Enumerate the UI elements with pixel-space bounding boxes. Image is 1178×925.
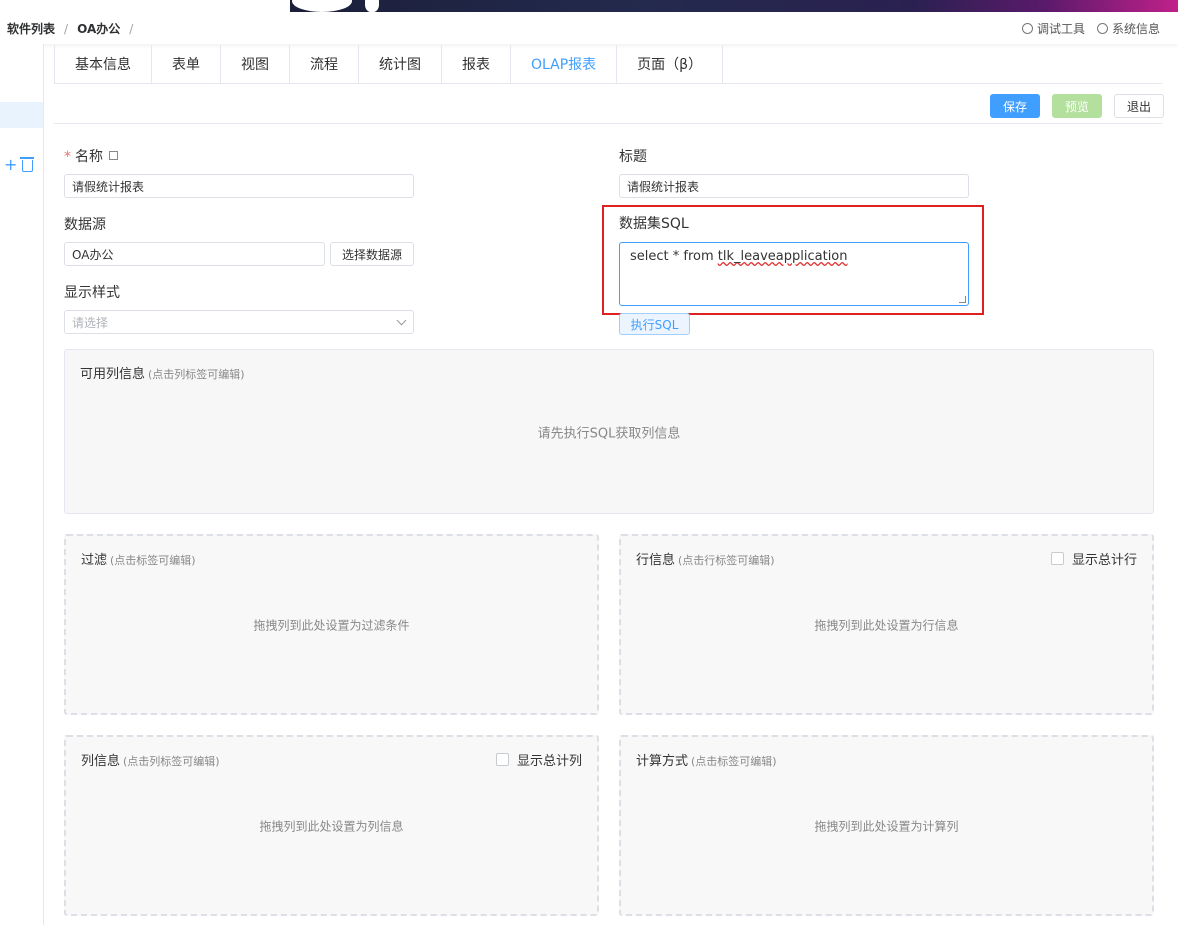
- panel-title-text: 行信息: [636, 553, 676, 568]
- save-button[interactable]: 保存: [989, 94, 1040, 118]
- breadcrumb-separator: /: [129, 21, 134, 36]
- panel-hint: (点击标签可编辑): [691, 755, 777, 768]
- system-info-button[interactable]: 系统信息: [1096, 20, 1160, 37]
- column-info-title: 列信息 (点击列标签可编辑): [81, 750, 220, 769]
- display-style-label: 显示样式: [64, 285, 120, 301]
- filter-empty: 拖拽列到此处设置为过滤条件: [253, 618, 410, 632]
- top-banner: [0, 0, 1178, 12]
- column-info-dropzone[interactable]: 列信息 (点击列标签可编辑) 显示总计列 拖拽列到此处设置为列信息: [64, 735, 599, 916]
- breadcrumb-item-software-list[interactable]: 软件列表: [7, 20, 55, 37]
- breadcrumb-separator: /: [64, 21, 69, 36]
- panel-title-text: 过滤: [81, 553, 108, 568]
- run-sql-button[interactable]: 执行SQL: [619, 313, 690, 335]
- copy-icon[interactable]: [109, 151, 118, 160]
- name-label-text: 名称: [75, 149, 103, 165]
- checkbox-box[interactable]: [1050, 552, 1064, 565]
- display-style-select[interactable]: 请选择: [64, 310, 414, 334]
- trash-icon[interactable]: [20, 157, 34, 172]
- filter-dropzone[interactable]: 过滤 (点击标签可编辑) 拖拽列到此处设置为过滤条件: [64, 534, 599, 715]
- panel-title-text: 计算方式: [636, 754, 689, 769]
- show-total-column-checkbox[interactable]: 显示总计列: [495, 750, 582, 769]
- panel-hint: (点击标签可编辑): [110, 554, 196, 567]
- show-total-row-label: 显示总计行: [1071, 553, 1137, 568]
- calc-method-empty: 拖拽列到此处设置为计算列: [814, 819, 959, 833]
- show-total-row-checkbox[interactable]: 显示总计行: [1050, 549, 1137, 568]
- system-info-label: 系统信息: [1111, 22, 1160, 36]
- plus-icon[interactable]: +: [4, 157, 17, 173]
- tab-view[interactable]: 视图: [221, 45, 290, 83]
- tab-form[interactable]: 表单: [152, 45, 221, 83]
- tab-olap-report[interactable]: OLAP报表: [511, 45, 618, 83]
- title-input[interactable]: 请假统计报表: [619, 174, 969, 198]
- title-label: 标题: [619, 149, 647, 165]
- debug-tool-button[interactable]: 调试工具: [1021, 20, 1085, 37]
- banner-decoration: [365, 0, 379, 12]
- display-style-placeholder: 请选择: [72, 315, 109, 330]
- banner-image: [290, 0, 1178, 12]
- select-datasource-button[interactable]: 选择数据源: [330, 242, 414, 266]
- calc-method-dropzone[interactable]: 计算方式 (点击标签可编辑) 拖拽列到此处设置为计算列: [619, 735, 1154, 916]
- row-info-title: 行信息 (点击行标签可编辑): [636, 549, 775, 568]
- toolbar-right: 调试工具 系统信息: [1021, 20, 1160, 37]
- breadcrumb: 软件列表 / OA办公 /: [7, 20, 133, 37]
- show-total-column-label: 显示总计列: [516, 754, 582, 769]
- required-mark: *: [64, 149, 71, 165]
- top-bar: 软件列表 / OA办公 / 调试工具 系统信息: [0, 12, 1178, 44]
- name-input[interactable]: 请假统计报表: [64, 174, 414, 198]
- breadcrumb-item-oa[interactable]: OA办公: [77, 20, 120, 37]
- action-buttons: 保存 预览 退出: [989, 94, 1164, 118]
- tab-chart[interactable]: 统计图: [359, 45, 442, 83]
- panel-title-text: 可用列信息: [80, 367, 146, 382]
- preview-button[interactable]: 预览: [1051, 94, 1102, 118]
- column-info-empty: 拖拽列到此处设置为列信息: [259, 819, 404, 833]
- available-columns-panel: 可用列信息 (点击列标签可编辑) 请先执行SQL获取列信息: [64, 349, 1154, 514]
- divider: [54, 123, 1162, 124]
- exit-button[interactable]: 退出: [1113, 94, 1164, 118]
- highlight-box: [602, 205, 984, 315]
- left-sidebar: +: [0, 44, 44, 925]
- row-info-dropzone[interactable]: 行信息 (点击行标签可编辑) 显示总计行 拖拽列到此处设置为行信息: [619, 534, 1154, 715]
- datasource-label: 数据源: [64, 217, 106, 233]
- available-columns-empty: 请先执行SQL获取列信息: [537, 426, 681, 441]
- tab-bar: 基本信息 表单 视图 流程 统计图 报表 OLAP报表 页面（β）: [54, 45, 1162, 84]
- datasource-input[interactable]: OA办公: [64, 242, 325, 266]
- panel-hint: (点击列标签可编辑): [148, 368, 245, 381]
- chevron-down-icon: [396, 315, 407, 326]
- gear-icon: [1096, 23, 1108, 34]
- available-columns-title: 可用列信息 (点击列标签可编辑): [80, 363, 245, 382]
- row-info-empty: 拖拽列到此处设置为行信息: [814, 618, 959, 632]
- panel-title-text: 列信息: [81, 754, 121, 769]
- checkbox-box[interactable]: [495, 753, 509, 766]
- tab-page[interactable]: 页面（β）: [617, 45, 724, 83]
- name-label: * 名称: [64, 146, 118, 166]
- bug-icon: [1021, 23, 1033, 34]
- tab-flow[interactable]: 流程: [290, 45, 359, 83]
- panel-hint: (点击行标签可编辑): [678, 554, 775, 567]
- sidebar-active-item[interactable]: [0, 102, 43, 128]
- filter-title: 过滤 (点击标签可编辑): [81, 549, 196, 568]
- calc-method-title: 计算方式 (点击标签可编辑): [636, 750, 777, 769]
- tab-report[interactable]: 报表: [442, 45, 511, 83]
- panel-hint: (点击列标签可编辑): [123, 755, 220, 768]
- debug-tool-label: 调试工具: [1036, 22, 1085, 36]
- tab-basic-info[interactable]: 基本信息: [54, 45, 152, 83]
